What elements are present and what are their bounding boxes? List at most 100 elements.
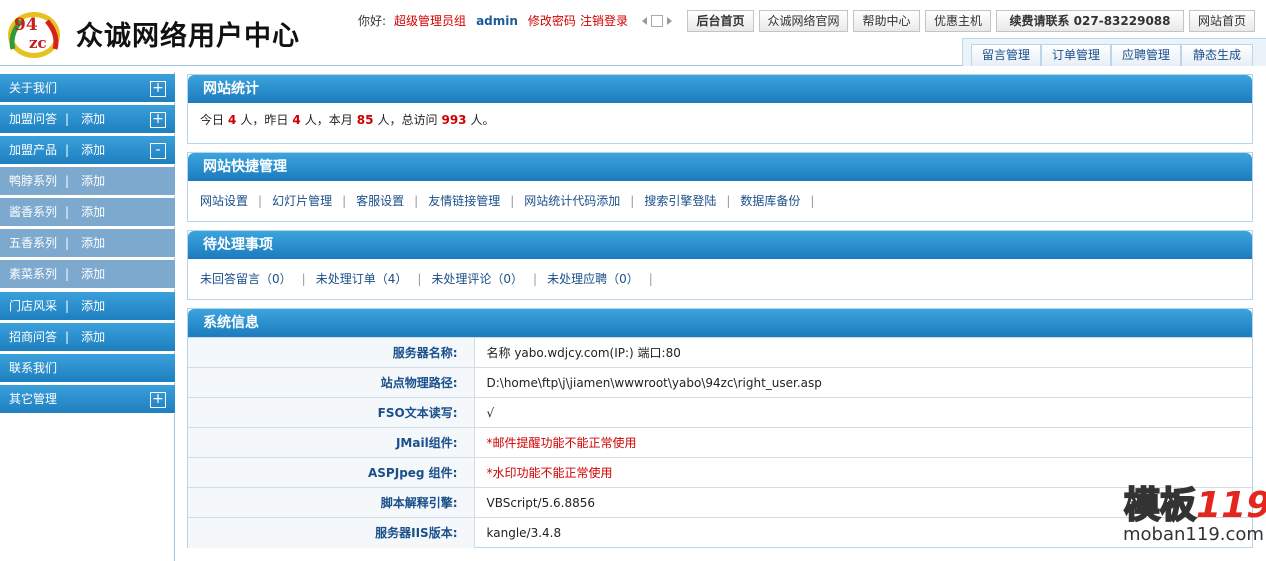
table-row: ASPJpeg 组件: *水印功能不能正常使用 — [188, 457, 1252, 488]
watermark-site: moban119.com — [1123, 524, 1264, 545]
sidebar-item-contact[interactable]: 联系我们 — [0, 354, 175, 383]
tab-static-gen[interactable]: 静态生成 — [1181, 44, 1253, 66]
row-key: ASPJpeg 组件: — [188, 457, 475, 488]
username: admin — [476, 14, 518, 28]
separator: | — [65, 205, 70, 219]
stat-yesterday: 4 — [292, 113, 301, 127]
collapse-icon[interactable]: - — [150, 143, 166, 159]
add-link[interactable]: 添加 — [81, 205, 105, 219]
table-row: 服务器名称: 名称 yabo.wdjcy.com(IP:) 端口:80 — [188, 337, 1252, 368]
sidebar-item-sauce[interactable]: 酱香系列 | 添加 — [0, 198, 175, 227]
sidebar-item-investment-qa[interactable]: 招商问答 | 添加 — [0, 323, 175, 352]
separator: | — [648, 272, 653, 286]
expand-icon[interactable]: + — [150, 392, 166, 408]
logout-link[interactable]: 注销登录 — [580, 14, 628, 28]
row-value: 名称 yabo.wdjcy.com(IP:) 端口:80 — [474, 337, 1252, 368]
expand-icon[interactable]: + — [150, 81, 166, 97]
sidebar-item-label: 门店风采 — [9, 299, 58, 313]
separator: | — [417, 272, 422, 286]
sidebar-item-label: 酱香系列 — [9, 205, 58, 219]
add-link[interactable]: 添加 — [81, 174, 105, 188]
separator: | — [65, 299, 70, 313]
scroll-arrows[interactable] — [641, 13, 675, 29]
watermark: 模板119 moban119.com — [1120, 476, 1266, 556]
separator: | — [65, 267, 70, 281]
official-site-button[interactable]: 众诚网络官网 — [759, 10, 848, 32]
tab-messages[interactable]: 留言管理 — [971, 44, 1041, 66]
sidebar-item-label: 关于我们 — [9, 81, 58, 95]
sidebar-item-label: 招商问答 — [9, 330, 58, 344]
link-unprocessed-applications[interactable]: 未处理应聘（0） — [547, 272, 639, 286]
add-link[interactable]: 添加 — [81, 299, 105, 313]
sidebar-item-label: 五香系列 — [9, 236, 58, 250]
stat-label: 人。 — [470, 113, 495, 127]
tab-applications[interactable]: 应聘管理 — [1111, 44, 1181, 66]
link-unprocessed-orders[interactable]: 未处理订单（4） — [316, 272, 408, 286]
system-info-panel: 系统信息 服务器名称: 名称 yabo.wdjcy.com(IP:) 端口:80… — [187, 308, 1253, 548]
separator: | — [533, 272, 538, 286]
discount-host-button[interactable]: 优惠主机 — [925, 10, 991, 32]
separator: | — [258, 194, 263, 208]
panel-title: 系统信息 — [188, 309, 1252, 337]
top-tabs: 留言管理 订单管理 应聘管理 静态生成 — [962, 38, 1266, 66]
link-unprocessed-comments[interactable]: 未处理评论（0） — [431, 272, 523, 286]
greeting-label: 你好: — [358, 14, 387, 28]
add-link[interactable]: 添加 — [81, 267, 105, 281]
pending-panel: 待处理事项 未回答留言（0） | 未处理订单（4） | 未处理评论（0） | 未处理应聘（0… — [187, 230, 1253, 300]
watermark-cn: 模板 — [1123, 484, 1197, 527]
user-role: 超级管理员组 — [394, 14, 467, 28]
separator: | — [414, 194, 419, 208]
sidebar-item-label: 加盟问答 — [9, 112, 58, 126]
admin-home-button[interactable]: 后台首页 — [687, 10, 754, 32]
arrow-left-icon[interactable] — [642, 17, 647, 25]
link-site-settings[interactable]: 网站设置 — [200, 194, 248, 208]
sidebar-item-label: 加盟产品 — [9, 143, 58, 157]
stat-label: 人，总访问 — [377, 113, 438, 127]
sidebar-item-five-spice[interactable]: 五香系列 | 添加 — [0, 229, 175, 258]
link-customer-service[interactable]: 客服设置 — [356, 194, 404, 208]
tab-orders[interactable]: 订单管理 — [1041, 44, 1111, 66]
expand-icon[interactable]: + — [150, 112, 166, 128]
add-link[interactable]: 添加 — [81, 143, 105, 157]
separator: | — [65, 330, 70, 344]
table-row: JMail组件: *邮件提醒功能不能正常使用 — [188, 427, 1252, 458]
separator: | — [65, 112, 70, 126]
brand-title: 众诚网络用户中心 — [76, 21, 300, 52]
table-row: 站点物理路径: D:\home\ftp\j\jiamen\wwwroot\yab… — [188, 367, 1252, 398]
sidebar-item-about[interactable]: 关于我们 + — [0, 74, 175, 103]
link-db-backup[interactable]: 数据库备份 — [740, 194, 800, 208]
sidebar-item-label: 鸭脖系列 — [9, 174, 58, 188]
sidebar-item-store-style[interactable]: 门店风采 | 添加 — [0, 292, 175, 321]
link-friend-links[interactable]: 友情链接管理 — [428, 194, 500, 208]
link-unanswered-messages[interactable]: 未回答留言（0） — [200, 272, 292, 286]
quick-links: 网站设置 | 幻灯片管理 | 客服设置 | 友情链接管理 | 网站统计代码添加 | 搜索引擎登陆 | 数… — [188, 181, 1252, 221]
add-link[interactable]: 添加 — [81, 112, 105, 126]
site-home-button[interactable]: 网站首页 — [1189, 10, 1255, 32]
add-link[interactable]: 添加 — [81, 236, 105, 250]
panel-title: 待处理事项 — [188, 231, 1252, 259]
separator: | — [65, 236, 70, 250]
change-password-link[interactable]: 修改密码 — [528, 14, 576, 28]
arrow-right-icon[interactable] — [667, 17, 672, 25]
row-key: 脚本解释引擎: — [188, 487, 475, 518]
svg-text:zc: zc — [29, 34, 47, 52]
link-stats-code[interactable]: 网站统计代码添加 — [524, 194, 620, 208]
help-center-button[interactable]: 帮助中心 — [853, 10, 920, 32]
link-slideshow[interactable]: 幻灯片管理 — [272, 194, 332, 208]
add-link[interactable]: 添加 — [81, 330, 105, 344]
row-value: √ — [474, 397, 1252, 428]
separator: | — [630, 194, 635, 208]
sidebar-item-franchise-products[interactable]: 加盟产品 | 添加 - — [0, 136, 175, 165]
separator: | — [65, 174, 70, 188]
watermark-logo: 模板119 — [1123, 476, 1266, 528]
row-key: FSO文本读写: — [188, 397, 475, 428]
stat-label: 人，本月 — [304, 113, 353, 127]
sidebar-item-franchise-qa[interactable]: 加盟问答 | 添加 + — [0, 105, 175, 134]
separator: | — [301, 272, 306, 286]
sidebar-item-duck-neck[interactable]: 鸭脖系列 | 添加 — [0, 167, 175, 196]
renewal-contact-button[interactable]: 续费请联系 027-83229088 — [996, 10, 1184, 32]
link-search-engine[interactable]: 搜索引擎登陆 — [644, 194, 716, 208]
stats-panel: 网站统计 今日 4 人，昨日 4 人，本月 85 人，总访问 993 人。 — [187, 74, 1253, 144]
sidebar-item-other[interactable]: 其它管理 + — [0, 385, 175, 414]
sidebar-item-vegetable[interactable]: 素菜系列 | 添加 — [0, 260, 175, 289]
